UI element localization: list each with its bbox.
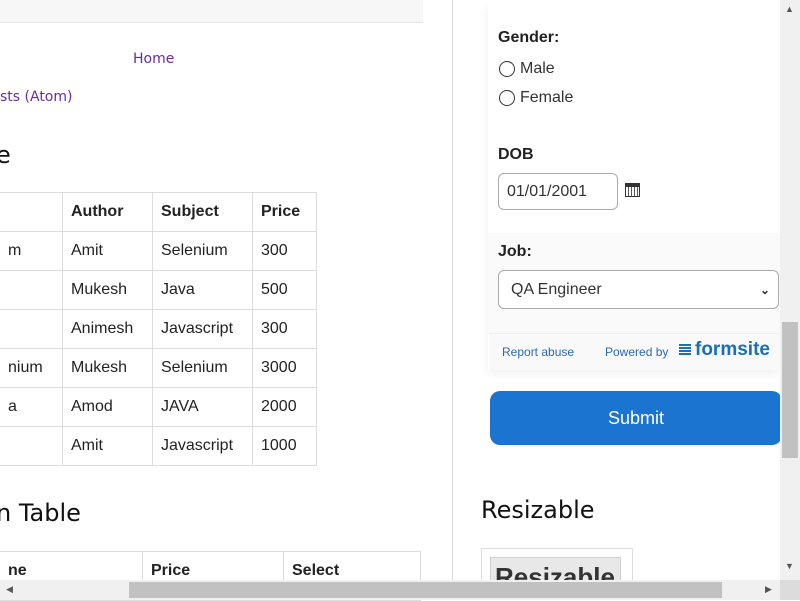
vertical-scroll-thumb[interactable]: [782, 322, 798, 458]
table-cell: Mukesh: [62, 270, 153, 310]
table-cell: Animesh: [62, 309, 153, 349]
calendar-icon[interactable]: [625, 183, 640, 197]
table-cell: 1000: [252, 426, 317, 466]
horizontal-scroll-thumb[interactable]: [129, 582, 722, 598]
table2-title: n Table: [0, 499, 81, 527]
submit-button[interactable]: Submit: [490, 391, 782, 445]
table-cell: 2000: [252, 387, 317, 427]
table-cell: Javascript: [152, 309, 253, 349]
column-divider: [452, 0, 453, 580]
scroll-down-icon[interactable]: ▼: [785, 561, 794, 571]
table-cell: nium: [0, 348, 63, 388]
table-cell: Mukesh: [62, 348, 153, 388]
table-cell: a: [0, 387, 63, 427]
chevron-down-icon: ⌄: [759, 282, 770, 297]
table-cell: Javascript: [152, 426, 253, 466]
header-bar: [0, 0, 423, 23]
col-header-author: Author: [62, 192, 153, 232]
powered-by-text: Powered by: [605, 345, 669, 359]
table-cell: [0, 270, 63, 310]
dob-input[interactable]: 01/01/2001: [498, 173, 618, 210]
table-cell: Amod: [62, 387, 153, 427]
home-link[interactable]: Home: [133, 51, 174, 67]
formsite-logo-icon: [679, 344, 691, 356]
table-cell: Java: [152, 270, 253, 310]
dob-label: DOB: [498, 146, 534, 163]
gender-radio-female[interactable]: Female: [499, 89, 573, 107]
col-header: [0, 192, 63, 232]
horizontal-scrollbar[interactable]: ◀ ▶: [0, 580, 780, 600]
table-row: nium Mukesh Selenium 3000: [0, 348, 317, 388]
table-row: Mukesh Java 500: [0, 270, 317, 310]
radio-circle-icon: [499, 61, 515, 77]
radio-label: Female: [520, 89, 574, 106]
table-header-row: Author Subject Price: [0, 192, 317, 232]
table-cell: 300: [252, 231, 317, 271]
table-cell: Selenium: [152, 348, 253, 388]
form-footer: Report abuse Powered by formsite: [489, 333, 780, 370]
table-cell: Selenium: [152, 231, 253, 271]
table-cell: JAVA: [152, 387, 253, 427]
table-cell: 500: [252, 270, 317, 310]
table-cell: [0, 426, 63, 466]
table-row: m Amit Selenium 300: [0, 231, 317, 271]
table-row: Amit Javascript 1000: [0, 426, 317, 466]
job-label: Job:: [498, 243, 532, 260]
table-cell: 3000: [252, 348, 317, 388]
table-cell: 300: [252, 309, 317, 349]
posts-atom-link[interactable]: sts (Atom): [0, 89, 72, 105]
gender-radio-male[interactable]: Male: [499, 60, 555, 78]
table-row: a Amod JAVA 2000: [0, 387, 317, 427]
formsite-brand[interactable]: formsite: [695, 339, 770, 361]
report-abuse-link[interactable]: Report abuse: [502, 345, 574, 359]
job-select[interactable]: QA Engineer ⌄: [498, 270, 779, 309]
table-cell: m: [0, 231, 63, 271]
scroll-right-icon[interactable]: ▶: [765, 584, 772, 595]
gender-label: Gender:: [498, 29, 560, 46]
radio-circle-icon: [499, 90, 515, 106]
table-cell: Amit: [62, 426, 153, 466]
scrollbar-corner: [780, 580, 800, 600]
vertical-scrollbar[interactable]: ▲ ▼: [780, 0, 800, 580]
table-cell: Amit: [62, 231, 153, 271]
books-table: Author Subject Price m Amit Selenium 300 Muk…: [0, 192, 317, 466]
job-select-value: QA Engineer: [511, 280, 602, 298]
table-row: Animesh Javascript 300: [0, 309, 317, 349]
scroll-up-icon[interactable]: ▲: [785, 4, 794, 14]
table-cell: [0, 309, 63, 349]
col-header-price: Price: [252, 192, 317, 232]
col-header-subject: Subject: [152, 192, 253, 232]
scroll-left-icon[interactable]: ◀: [6, 584, 13, 595]
table1-title: e: [0, 141, 11, 169]
radio-label: Male: [520, 60, 555, 77]
resizable-title: Resizable: [481, 496, 595, 524]
